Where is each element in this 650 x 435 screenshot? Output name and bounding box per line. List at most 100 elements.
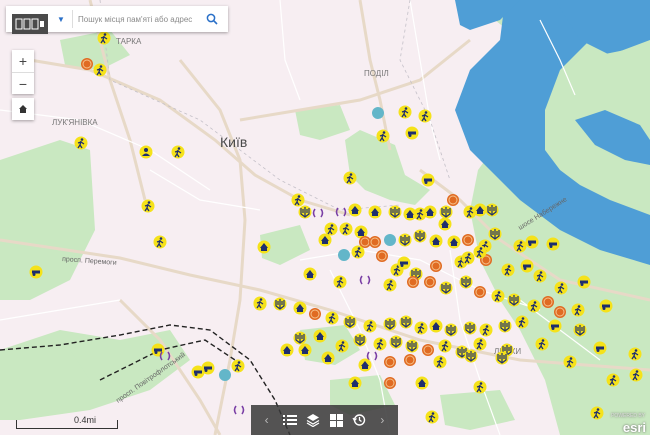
memorial-marker-trident[interactable] — [464, 349, 478, 363]
legend-button[interactable] — [279, 409, 301, 431]
memorial-marker-cannon[interactable] — [405, 126, 419, 140]
memorial-marker-figure[interactable] — [479, 323, 493, 337]
memorial-marker-house[interactable] — [415, 376, 429, 390]
memorial-marker-house[interactable] — [447, 235, 461, 249]
memorial-marker-house[interactable] — [280, 343, 294, 357]
memorial-marker-cannon[interactable] — [525, 235, 539, 249]
memorial-marker-figure[interactable] — [383, 278, 397, 292]
memorial-marker-book[interactable] — [424, 276, 436, 288]
memorial-marker-book[interactable] — [422, 344, 434, 356]
memorial-marker-trident[interactable] — [498, 319, 512, 333]
basemap-button[interactable] — [325, 409, 347, 431]
memorial-marker-house[interactable] — [473, 203, 487, 217]
memorial-marker-trident[interactable] — [353, 333, 367, 347]
memorial-marker-figure[interactable] — [93, 63, 107, 77]
memorial-marker-figure[interactable] — [414, 321, 428, 335]
memorial-marker-house[interactable] — [368, 205, 382, 219]
memorial-marker-teal[interactable] — [219, 369, 231, 381]
map-canvas[interactable]: Київ ПОДІЛ ЛУК'ЯНІВКА ТАРКА ЛИПКИ просп.… — [0, 0, 650, 435]
memorial-marker-figure[interactable] — [527, 299, 541, 313]
memorial-marker-cannon[interactable] — [593, 341, 607, 355]
memorial-marker-figure[interactable] — [571, 303, 585, 317]
memorial-marker-figure[interactable] — [513, 239, 527, 253]
memorial-marker-cannon[interactable] — [599, 299, 613, 313]
memorial-marker-house[interactable] — [358, 358, 372, 372]
memorial-marker-cannon[interactable] — [520, 259, 534, 273]
memorial-marker-trident[interactable] — [399, 315, 413, 329]
memorial-marker-house[interactable] — [298, 343, 312, 357]
memorial-marker-book[interactable] — [384, 377, 396, 389]
toolbar-prev-button[interactable]: ‹ — [256, 409, 278, 431]
memorial-marker-teal[interactable] — [384, 234, 396, 246]
search-source-dropdown[interactable]: ▼ — [50, 10, 73, 28]
memorial-marker-house[interactable] — [429, 234, 443, 248]
memorial-marker-book[interactable] — [542, 296, 554, 308]
memorial-marker-trident[interactable] — [439, 281, 453, 295]
memorial-marker-trident[interactable] — [444, 323, 458, 337]
memorial-marker-trident[interactable] — [413, 229, 427, 243]
memorial-marker-book[interactable] — [430, 260, 442, 272]
memorial-marker-bust[interactable] — [139, 145, 153, 159]
memorial-marker-figure[interactable] — [373, 337, 387, 351]
memorial-marker-figure[interactable] — [335, 339, 349, 353]
memorial-marker-book[interactable] — [407, 276, 419, 288]
search-button[interactable] — [200, 9, 224, 29]
memorial-marker-figure[interactable] — [333, 275, 347, 289]
memorial-marker-trident[interactable] — [459, 275, 473, 289]
memorial-marker-figure[interactable] — [231, 359, 245, 373]
memorial-marker-figure[interactable] — [97, 31, 111, 45]
esri-attribution[interactable]: POWERED BY esri — [599, 413, 649, 435]
memorial-marker-figure[interactable] — [398, 105, 412, 119]
memorial-marker-figure[interactable] — [153, 235, 167, 249]
memorial-marker-cannon[interactable] — [577, 275, 591, 289]
memorial-marker-figure[interactable] — [535, 337, 549, 351]
memorial-marker-cannon[interactable] — [421, 173, 435, 187]
memorial-marker-figure[interactable] — [491, 289, 505, 303]
memorial-marker-book[interactable] — [554, 306, 566, 318]
memorial-marker-book[interactable] — [447, 194, 459, 206]
memorial-marker-trident[interactable] — [298, 205, 312, 219]
memorial-marker-book[interactable] — [474, 286, 486, 298]
memorial-marker-figure[interactable] — [473, 245, 487, 259]
memorial-marker-trident[interactable] — [293, 331, 307, 345]
memorial-marker-figure[interactable] — [563, 355, 577, 369]
memorial-marker-figure[interactable] — [253, 296, 267, 310]
memorial-marker-house[interactable] — [423, 205, 437, 219]
memorial-marker-trident[interactable] — [439, 205, 453, 219]
memorial-marker-trident[interactable] — [388, 205, 402, 219]
memorial-marker-book[interactable] — [369, 236, 381, 248]
memorial-marker-trident[interactable] — [389, 335, 403, 349]
memorial-marker-trident[interactable] — [398, 233, 412, 247]
memorial-marker-figure[interactable] — [433, 355, 447, 369]
memorial-marker-trident[interactable] — [405, 339, 419, 353]
zoom-out-button[interactable]: − — [12, 73, 34, 95]
memorial-marker-figure[interactable] — [554, 281, 568, 295]
memorial-marker-cannon[interactable] — [151, 343, 165, 357]
memorial-marker-figure[interactable] — [171, 145, 185, 159]
memorial-marker-book[interactable] — [309, 308, 321, 320]
memorial-marker-trident[interactable] — [495, 351, 509, 365]
memorial-marker-figure[interactable] — [533, 269, 547, 283]
memorial-marker-trident[interactable] — [383, 317, 397, 331]
memorial-marker-figure[interactable] — [425, 410, 439, 424]
memorial-marker-house[interactable] — [303, 267, 317, 281]
memorial-marker-figure[interactable] — [473, 337, 487, 351]
home-button[interactable] — [12, 98, 34, 120]
memorial-marker-figure[interactable] — [418, 109, 432, 123]
memorial-marker-trident[interactable] — [573, 323, 587, 337]
memorial-marker-house[interactable] — [293, 301, 307, 315]
memorial-marker-trident[interactable] — [488, 227, 502, 241]
memorial-marker-figure[interactable] — [515, 315, 529, 329]
memorial-marker-house[interactable] — [321, 351, 335, 365]
memorial-marker-figure[interactable] — [606, 373, 620, 387]
memorial-marker-house[interactable] — [429, 319, 443, 333]
memorial-marker-cannon[interactable] — [397, 256, 411, 270]
memorial-marker-figure[interactable] — [628, 347, 642, 361]
memorial-marker-book[interactable] — [462, 234, 474, 246]
memorial-marker-teal[interactable] — [372, 107, 384, 119]
toolbar-next-button[interactable]: › — [371, 409, 393, 431]
memorial-marker-trident[interactable] — [463, 321, 477, 335]
memorial-marker-cannon[interactable] — [29, 265, 43, 279]
memorial-marker-house[interactable] — [313, 329, 327, 343]
memorial-marker-trident[interactable] — [507, 293, 521, 307]
